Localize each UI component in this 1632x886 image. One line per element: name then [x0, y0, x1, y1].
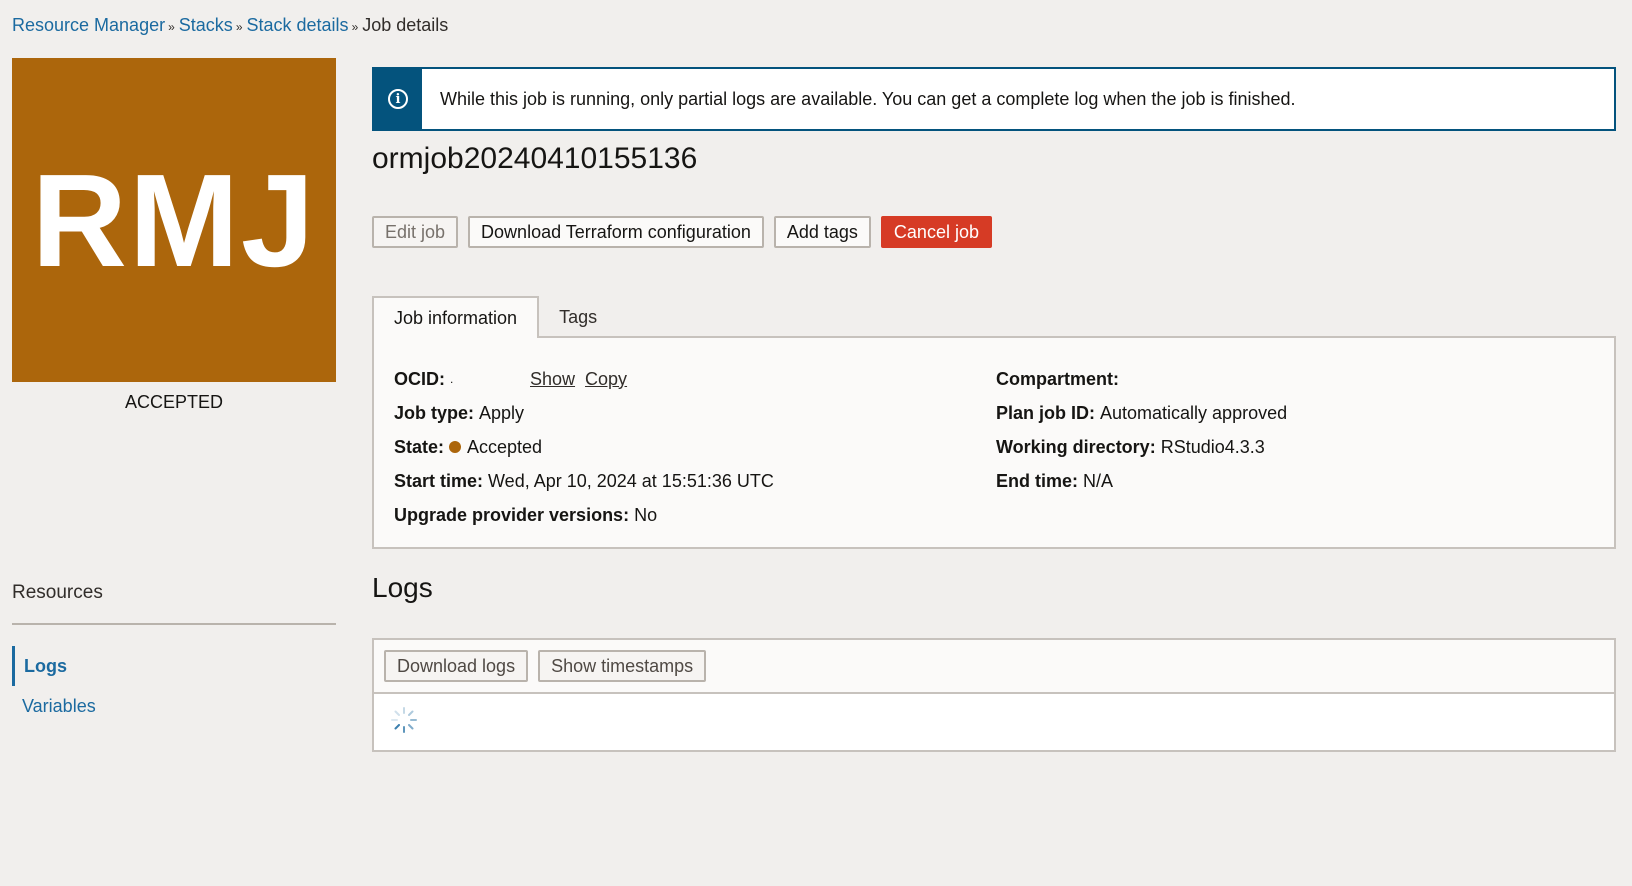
- detail-tabs: Job information Tags: [372, 296, 617, 338]
- edit-job-button[interactable]: Edit job: [372, 216, 459, 248]
- download-logs-button[interactable]: Download logs: [384, 650, 529, 682]
- info-row-state: State: Accepted: [394, 430, 774, 464]
- breadcrumb-stack-details[interactable]: Stack details: [247, 15, 349, 35]
- state-dot-icon: [449, 441, 462, 453]
- state-value: Accepted: [467, 436, 543, 457]
- sidebar-item-variables[interactable]: Variables: [12, 686, 336, 726]
- working-dir-value: RStudio4.3.3: [1160, 436, 1265, 457]
- action-bar: Edit job Download Terraform configuratio…: [372, 216, 992, 248]
- info-row-start-time: Start time: Wed, Apr 10, 2024 at 15:51:3…: [394, 464, 774, 498]
- alert-text: While this job is running, only partial …: [440, 88, 1296, 109]
- ocid-copy-link[interactable]: Copy: [585, 369, 627, 390]
- info-alert: i While this job is running, only partia…: [372, 67, 1616, 131]
- tab-tags[interactable]: Tags: [539, 296, 617, 338]
- sidebar-item-label: Logs: [24, 655, 67, 676]
- info-row-ocid: OCID: . Show Copy: [394, 362, 774, 396]
- upgrade-label: Upgrade provider versions:: [394, 504, 630, 525]
- info-row-job-type: Job type: Apply: [394, 396, 774, 430]
- resources-divider: [12, 623, 336, 625]
- spinner-icon: [391, 707, 417, 733]
- start-time-label: Start time:: [394, 470, 484, 491]
- end-time-label: End time:: [996, 470, 1079, 491]
- ocid-show-link[interactable]: Show: [530, 369, 575, 390]
- logs-toolbar: Download logs Show timestamps: [374, 640, 1614, 694]
- job-type-label: Job type:: [394, 402, 475, 423]
- job-type-value: Apply: [479, 402, 525, 423]
- info-row-upgrade: Upgrade provider versions: No: [394, 498, 774, 532]
- sidebar-item-label: Variables: [22, 695, 96, 716]
- download-terraform-button[interactable]: Download Terraform configuration: [468, 216, 764, 248]
- start-time-value: Wed, Apr 10, 2024 at 15:51:36 UTC: [488, 470, 774, 491]
- breadcrumb-current: Job details: [362, 15, 449, 35]
- tab-job-information[interactable]: Job information: [372, 296, 540, 338]
- info-column-left: OCID: . Show Copy Job type: Apply State:…: [394, 362, 774, 532]
- breadcrumb-separator: »: [235, 20, 243, 34]
- info-icon: i: [374, 69, 422, 129]
- resources-title: Resources: [12, 582, 103, 603]
- logs-title: Logs: [372, 572, 433, 603]
- upgrade-value: No: [634, 504, 658, 525]
- breadcrumb-separator: »: [168, 20, 175, 34]
- end-time-value: N/A: [1083, 470, 1114, 491]
- breadcrumb-resource-manager[interactable]: Resource Manager: [12, 15, 165, 35]
- cancel-job-button[interactable]: Cancel job: [880, 216, 992, 248]
- ocid-label: OCID:: [394, 368, 445, 389]
- logs-panel: Download logs Show timestamps: [372, 638, 1616, 752]
- breadcrumb: Resource Manager» Stacks» Stack details» Jo…: [12, 15, 448, 36]
- ocid-value: .: [450, 372, 454, 386]
- tile-status: ACCEPTED: [124, 392, 223, 412]
- tile-initials: RMJ: [31, 146, 317, 294]
- add-tags-button[interactable]: Add tags: [773, 216, 871, 248]
- compartment-label: Compartment:: [996, 368, 1120, 389]
- job-info-panel: OCID: . Show Copy Job type: Apply State:…: [372, 336, 1616, 549]
- show-timestamps-button[interactable]: Show timestamps: [538, 650, 707, 682]
- breadcrumb-stacks[interactable]: Stacks: [179, 15, 233, 35]
- resource-tile: RMJ: [12, 58, 336, 382]
- state-label: State:: [394, 436, 445, 457]
- info-row-compartment: Compartment:: [996, 362, 1287, 396]
- info-column-right: Compartment: Plan job ID: Automatically …: [996, 362, 1287, 498]
- info-row-working-dir: Working directory: RStudio4.3.3: [996, 430, 1287, 464]
- working-dir-label: Working directory:: [996, 436, 1156, 457]
- breadcrumb-separator: »: [351, 20, 359, 34]
- sidebar-item-logs[interactable]: Logs: [12, 646, 336, 686]
- info-row-end-time: End time: N/A: [996, 464, 1287, 498]
- info-row-plan-job: Plan job ID: Automatically approved: [996, 396, 1287, 430]
- plan-job-value: Automatically approved: [1100, 402, 1288, 423]
- plan-job-label: Plan job ID:: [996, 402, 1095, 423]
- page-title: ormjob20240410155136: [372, 142, 698, 175]
